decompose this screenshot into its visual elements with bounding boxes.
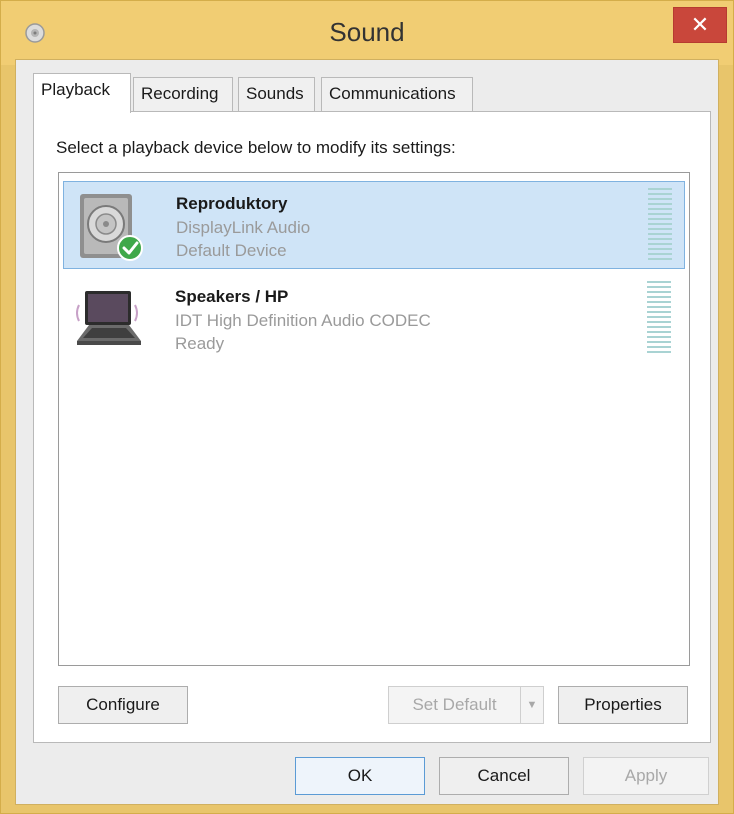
apply-button[interactable]: Apply <box>583 757 709 795</box>
tab-sounds[interactable]: Sounds <box>238 77 315 111</box>
speaker-icon <box>80 194 143 261</box>
device-status: Ready <box>175 334 225 353</box>
tab-label: Playback <box>41 80 110 99</box>
device-item-speakers-hp[interactable]: Speakers / HP IDT High Definition Audio … <box>63 275 685 363</box>
title-bar[interactable]: Sound ✕ <box>1 1 733 65</box>
device-list[interactable]: Reproduktory DisplayLink Audio Default D… <box>58 172 690 666</box>
device-driver: IDT High Definition Audio CODEC <box>175 311 431 330</box>
device-status: Default Device <box>176 241 287 260</box>
device-name: Speakers / HP <box>175 287 289 306</box>
set-default-dropdown-button[interactable]: ▼ <box>520 686 544 724</box>
cancel-button[interactable]: Cancel <box>439 757 569 795</box>
tab-label: Sounds <box>246 84 304 103</box>
configure-button[interactable]: Configure <box>58 686 188 724</box>
default-check-icon <box>117 235 143 261</box>
ok-button[interactable]: OK <box>295 757 425 795</box>
tab-playback[interactable]: Playback <box>33 73 131 113</box>
window-title: Sound <box>329 17 405 47</box>
close-button[interactable]: ✕ <box>673 7 727 43</box>
playback-panel: Select a playback device below to modify… <box>33 111 711 743</box>
sound-dialog: Sound ✕ Playback Recording Sounds Commun… <box>0 0 734 814</box>
tab-label: Recording <box>141 84 219 103</box>
instruction-text: Select a playback device below to modify… <box>56 138 456 157</box>
close-icon: ✕ <box>690 12 710 37</box>
device-name: Reproduktory <box>176 194 288 213</box>
tab-recording[interactable]: Recording <box>133 77 233 111</box>
tab-label: Communications <box>329 84 456 103</box>
chevron-down-icon: ▼ <box>526 699 538 711</box>
device-item-reproduktory[interactable]: Reproduktory DisplayLink Audio Default D… <box>63 181 685 269</box>
volume-level-meter <box>647 281 671 355</box>
device-driver: DisplayLink Audio <box>176 218 311 237</box>
tab-communications[interactable]: Communications <box>321 77 473 111</box>
volume-level-meter <box>648 188 672 262</box>
set-default-button[interactable]: Set Default <box>388 686 520 724</box>
laptop-speaker-icon <box>76 291 141 345</box>
properties-button[interactable]: Properties <box>558 686 688 724</box>
